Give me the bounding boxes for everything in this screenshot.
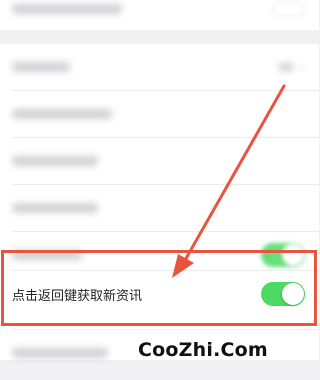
setting-row-2[interactable] [0, 91, 319, 137]
setting-row-1[interactable]: › [0, 44, 319, 90]
setting-row-4[interactable] [0, 185, 319, 231]
annotation-highlight-box [1, 250, 317, 326]
settings-screen: › 点击返回键获取新资讯 CooZhi.Com [0, 0, 319, 380]
chevron-right-icon: › [300, 60, 305, 74]
top-card [0, 0, 319, 30]
setting-row-3[interactable] [0, 138, 319, 184]
setting-row-top[interactable] [0, 0, 319, 32]
watermark: CooZhi.Com [138, 339, 268, 361]
